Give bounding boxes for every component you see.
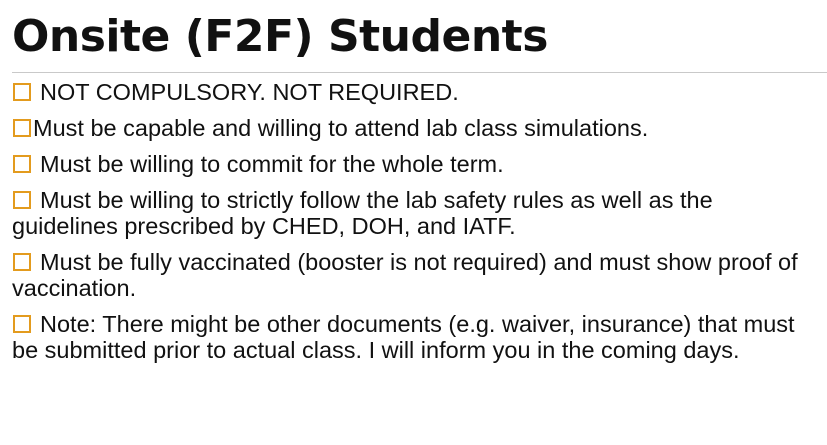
hollow-square-bullet-icon xyxy=(13,119,31,137)
bullet-text: NOT COMPULSORY. NOT REQUIRED. xyxy=(40,79,459,105)
title-divider xyxy=(12,72,827,73)
hollow-square-bullet-icon xyxy=(13,191,31,209)
bullet-item: NOT COMPULSORY. NOT REQUIRED. xyxy=(12,79,817,105)
bullet-text: Note: There might be other documents (e.… xyxy=(12,311,795,363)
bullet-item: Must be capable and willing to attend la… xyxy=(12,115,817,141)
bullet-text: Must be willing to commit for the whole … xyxy=(40,151,504,177)
bullet-item: Must be willing to commit for the whole … xyxy=(12,151,817,177)
hollow-square-bullet-icon xyxy=(13,315,31,333)
bullet-item: Note: There might be other documents (e.… xyxy=(12,311,817,363)
hollow-square-bullet-icon xyxy=(13,253,31,271)
bullet-text: Must be fully vaccinated (booster is not… xyxy=(12,249,798,301)
bullet-item: Must be fully vaccinated (booster is not… xyxy=(12,249,817,301)
hollow-square-bullet-icon xyxy=(13,83,31,101)
bullet-text: Must be willing to strictly follow the l… xyxy=(12,187,713,239)
slide: Onsite (F2F) Students NOT COMPULSORY. NO… xyxy=(0,0,827,445)
bullet-item: Must be willing to strictly follow the l… xyxy=(12,187,817,239)
bullet-text: Must be capable and willing to attend la… xyxy=(33,115,649,141)
slide-title: Onsite (F2F) Students xyxy=(12,11,548,62)
bullet-list: NOT COMPULSORY. NOT REQUIRED. Must be ca… xyxy=(12,79,817,363)
hollow-square-bullet-icon xyxy=(13,155,31,173)
